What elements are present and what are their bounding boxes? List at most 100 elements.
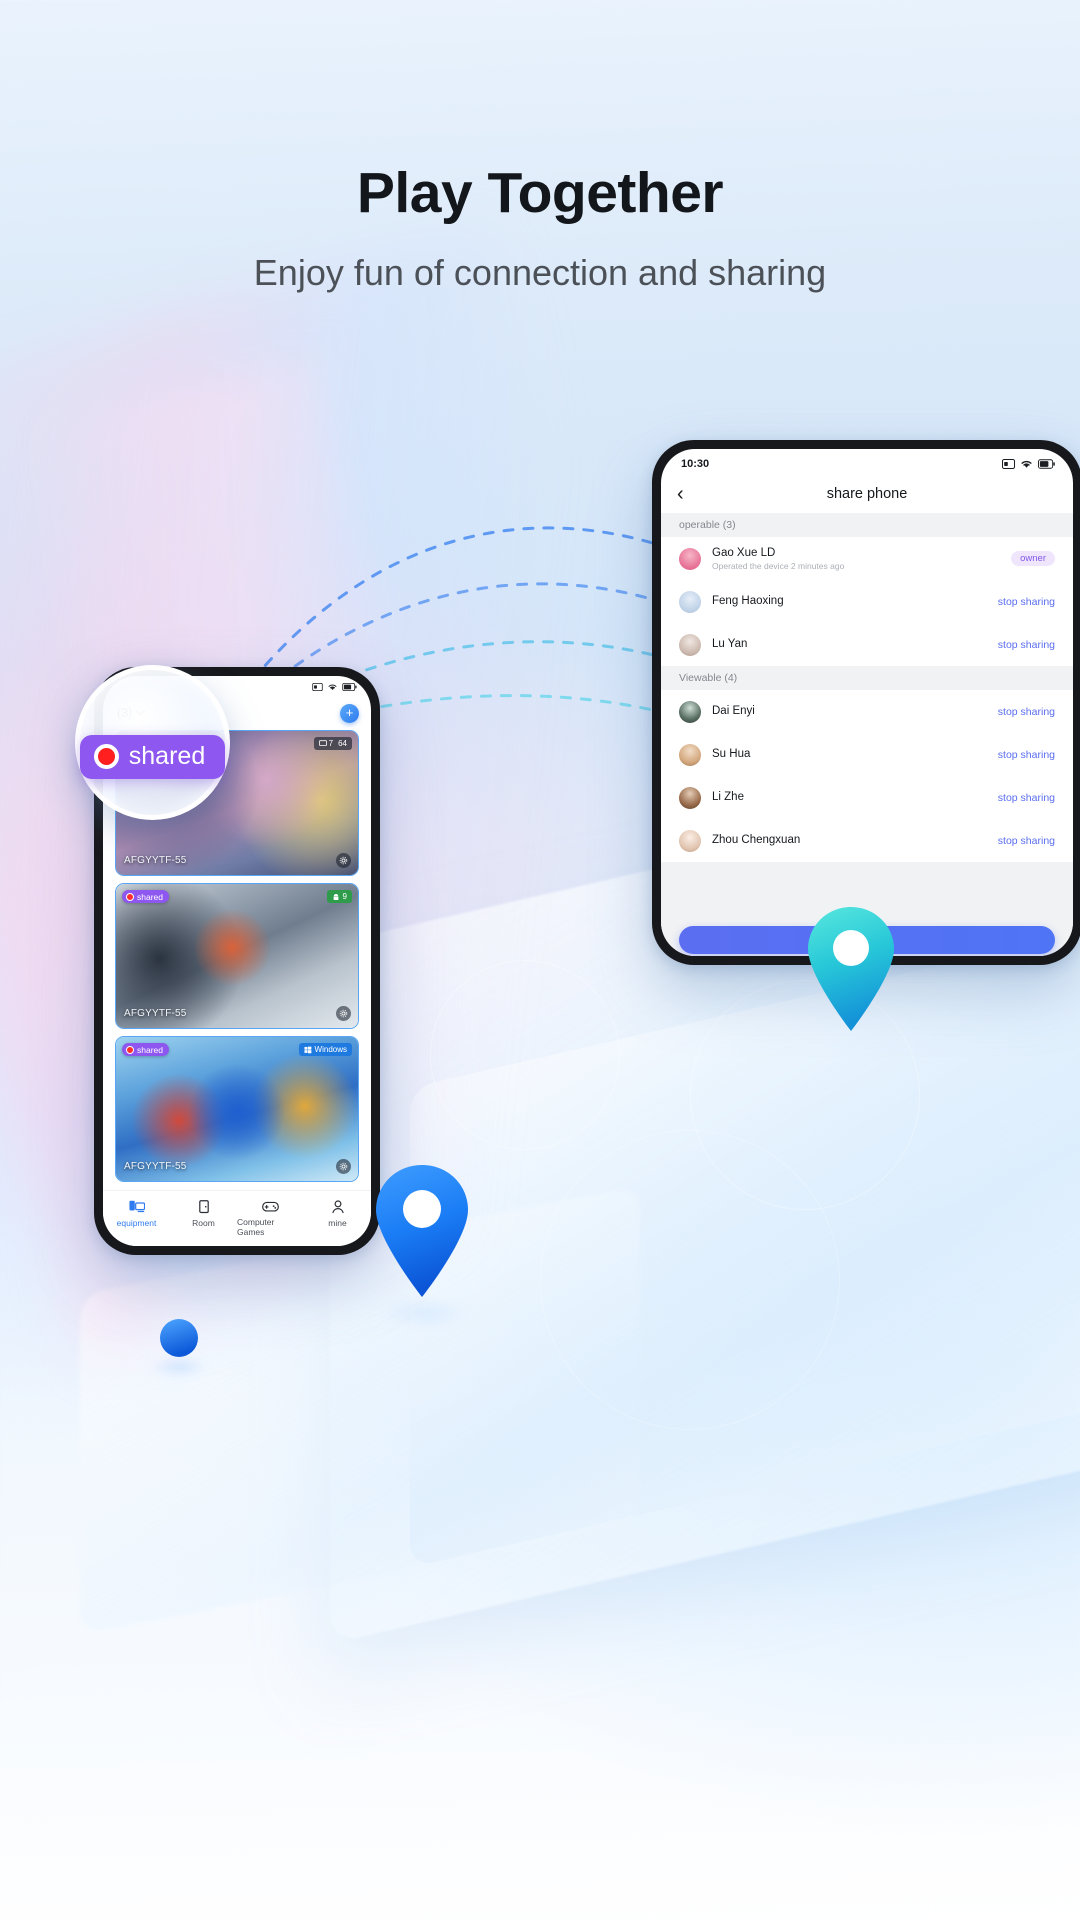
person-name: Zhou Chengxuan	[712, 834, 801, 847]
device-os-badge: Windows	[298, 1043, 352, 1056]
status-time: 10:30	[681, 457, 710, 470]
avatar	[679, 786, 701, 809]
person-info: Zhou Chengxuan	[712, 833, 987, 847]
nav-label: equipment	[116, 1218, 157, 1228]
person-info: Gao Xue LD Operated the device 2 minutes…	[712, 546, 1000, 571]
right-status-bar: 10:30	[661, 449, 1073, 475]
magnified-shared-label: shared	[128, 742, 206, 770]
device-thumbnail	[116, 884, 358, 1028]
avatar	[679, 590, 701, 613]
record-dot-icon	[126, 892, 134, 901]
os-badge-label: Windows	[314, 1045, 347, 1054]
record-dot-icon	[126, 1045, 134, 1054]
section-header-viewable: Viewable (4)	[661, 666, 1073, 690]
add-device-button[interactable]: +	[340, 703, 359, 723]
stat-left: 9	[342, 892, 347, 901]
stat-right: 64	[338, 739, 347, 748]
cast-icon	[1002, 458, 1015, 469]
list-item[interactable]: Lu Yan stop sharing	[661, 623, 1073, 666]
status-icons	[1002, 458, 1055, 469]
location-pin-teal	[808, 907, 894, 1031]
avatar	[679, 633, 701, 656]
page-title: Play Together	[356, 161, 724, 225]
person-name: Feng Haoxing	[712, 595, 784, 608]
monitor-icon	[318, 740, 327, 746]
nav-item-equipment[interactable]: equipment	[103, 1200, 170, 1228]
shared-badge: shared	[122, 890, 169, 903]
person-icon	[331, 1200, 344, 1214]
nav-label: Computer Games	[237, 1217, 275, 1237]
bottom-navigation: equipment Room Computer Games mine	[103, 1190, 371, 1246]
nav-item-mine[interactable]: mine	[304, 1200, 371, 1228]
wifi-icon	[1021, 460, 1032, 468]
right-phone-screen: 10:30 ‹ share phone operable (3) Gao Xue…	[661, 449, 1073, 956]
list-item[interactable]: Zhou Chengxuan stop sharing	[661, 819, 1073, 862]
section-header-operable: operable (3)	[661, 513, 1073, 537]
door-icon	[198, 1200, 209, 1214]
stop-sharing-button[interactable]: stop sharing	[998, 835, 1055, 847]
device-thumbnail	[116, 1037, 358, 1181]
list-item[interactable]: Li Zhe stop sharing	[661, 776, 1073, 819]
page-subtitle: Enjoy fun of connection and sharing	[253, 252, 827, 293]
gear-icon[interactable]	[336, 853, 351, 868]
list-item[interactable]: Gao Xue LD Operated the device 2 minutes…	[661, 537, 1073, 580]
device-os-badge: 9	[326, 890, 352, 903]
gear-icon[interactable]	[336, 1159, 351, 1174]
device-name: AFGYYTF-55	[124, 1008, 187, 1019]
avatar	[679, 547, 701, 570]
stop-sharing-button[interactable]: stop sharing	[998, 596, 1055, 608]
gamepad-icon	[262, 1201, 279, 1212]
screen-title: share phone	[826, 486, 908, 502]
windows-icon	[304, 1046, 311, 1053]
stop-sharing-button[interactable]: stop sharing	[998, 792, 1055, 804]
magnifier-callout: shared	[75, 665, 230, 820]
shared-badge-label: shared	[137, 891, 163, 902]
nav-item-room[interactable]: Room	[170, 1200, 237, 1228]
stat-left: 7	[328, 739, 334, 748]
person-name: Dai Enyi	[712, 705, 755, 718]
wifi-icon	[328, 684, 337, 690]
battery-icon	[1038, 458, 1055, 469]
location-dot-small	[160, 1319, 198, 1357]
list-item[interactable]: Dai Enyi stop sharing	[661, 690, 1073, 733]
battery-icon	[342, 683, 357, 691]
person-name: Li Zhe	[712, 791, 744, 804]
device-name: AFGYYTF-55	[124, 855, 187, 866]
avatar	[679, 700, 701, 723]
right-phone-mockup: 10:30 ‹ share phone operable (3) Gao Xue…	[652, 440, 1080, 965]
person-info: Dai Enyi	[712, 704, 987, 718]
gear-icon[interactable]	[336, 1006, 351, 1021]
android-icon	[333, 893, 338, 900]
avatar	[679, 743, 701, 766]
device-card[interactable]: shared Windows AFGYYTF-55	[115, 1036, 359, 1182]
nav-label: mine	[328, 1218, 347, 1228]
person-info: Su Hua	[712, 747, 987, 761]
list-item[interactable]: Feng Haoxing stop sharing	[661, 580, 1073, 623]
stop-sharing-button[interactable]: stop sharing	[998, 639, 1055, 651]
nav-item-computer-games[interactable]: Computer Games	[237, 1200, 304, 1237]
person-name: Lu Yan	[712, 638, 748, 651]
magnified-shared-badge: shared	[79, 734, 226, 779]
record-dot-icon	[93, 744, 119, 769]
list-item[interactable]: Su Hua stop sharing	[661, 733, 1073, 776]
cast-icon	[312, 683, 323, 691]
status-badge: owner	[1011, 551, 1055, 566]
device-stats-badge: 7 64	[313, 737, 352, 750]
stop-sharing-button[interactable]: stop sharing	[998, 706, 1055, 718]
nav-label: Room	[192, 1218, 215, 1228]
location-pin-blue	[376, 1165, 468, 1297]
person-name: Su Hua	[712, 748, 751, 761]
person-info: Feng Haoxing	[712, 594, 987, 608]
device-card[interactable]: shared 9 AFGYYTF-55	[115, 883, 359, 1029]
right-phone-header: ‹ share phone	[661, 475, 1073, 513]
person-info: Li Zhe	[712, 790, 987, 804]
monitor-phone-icon	[128, 1200, 145, 1213]
shared-badge-label: shared	[137, 1044, 163, 1055]
avatar	[679, 829, 701, 852]
stop-sharing-button[interactable]: stop sharing	[998, 749, 1055, 761]
pin-reflection	[380, 1296, 470, 1330]
person-info: Lu Yan	[712, 637, 987, 651]
person-subtitle: Operated the device 2 minutes ago	[712, 561, 845, 572]
person-name: Gao Xue LD	[712, 546, 776, 559]
shared-badge: shared	[122, 1043, 169, 1056]
